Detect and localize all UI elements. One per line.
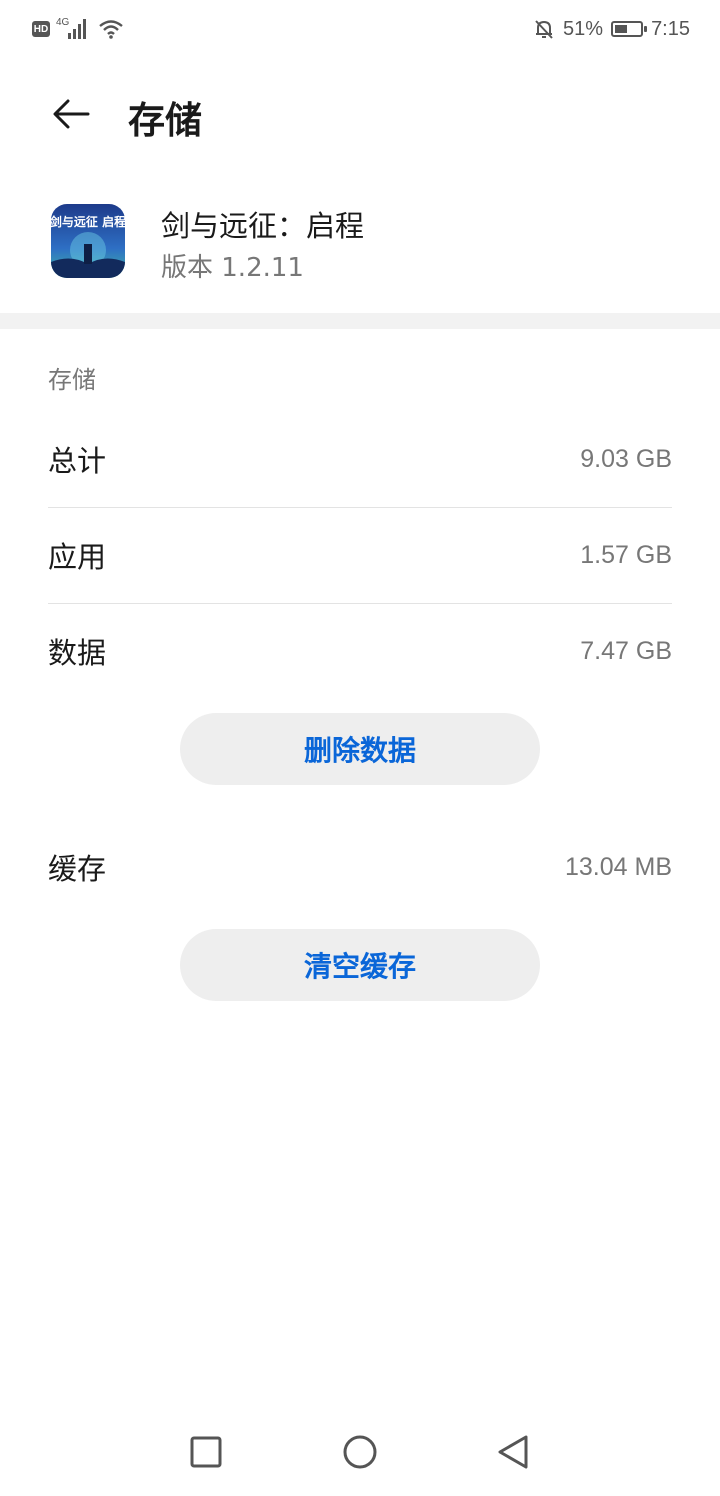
recent-apps-icon xyxy=(190,1436,222,1468)
hd-icon: HD xyxy=(32,21,50,37)
battery-percent: 51% xyxy=(563,17,604,40)
status-right: 51% 7:15 xyxy=(533,16,690,42)
status-bar: HD 4G 51% 7:15 xyxy=(0,0,720,58)
status-left: HD 4G xyxy=(32,16,124,42)
battery-icon xyxy=(611,21,648,37)
app-version: 版本 1.2.11 xyxy=(161,253,304,283)
section-label-storage: 存储 xyxy=(48,366,96,394)
wifi-icon xyxy=(99,20,123,39)
row-value: 13.04 MB xyxy=(564,852,672,881)
back-nav-icon xyxy=(498,1435,528,1469)
clear-cache-button[interactable]: 清空缓存 xyxy=(180,929,540,1001)
row-value: 1.57 GB xyxy=(580,540,672,569)
storage-row-total: 总计 9.03 GB xyxy=(48,411,672,508)
row-value: 9.03 GB xyxy=(580,444,672,473)
section-divider xyxy=(0,313,720,329)
storage-row-cache: 缓存 13.04 MB xyxy=(48,819,672,915)
app-name: 剑与远征：启程 xyxy=(161,209,365,243)
app-icon: 剑与远征 启程 xyxy=(51,204,125,278)
mute-bell-icon xyxy=(535,20,553,39)
row-label: 应用 xyxy=(48,540,107,574)
home-icon xyxy=(343,1435,377,1469)
storage-row-data: 数据 7.47 GB xyxy=(48,603,672,699)
back-arrow-icon xyxy=(53,99,90,129)
icon-logo-text: 剑与远征 启程 xyxy=(51,214,125,229)
row-label: 缓存 xyxy=(48,852,107,886)
delete-data-button[interactable]: 删除数据 xyxy=(180,713,540,785)
signal-icon: 4G xyxy=(56,17,92,41)
row-value: 7.47 GB xyxy=(580,636,672,665)
storage-row-app: 应用 1.57 GB xyxy=(48,507,672,604)
home-button[interactable] xyxy=(340,1432,380,1472)
game-logo-icon: 剑与远征 启程 xyxy=(51,204,125,278)
clock: 7:15 xyxy=(651,17,690,40)
battery-fill xyxy=(615,25,628,33)
recent-apps-button[interactable] xyxy=(186,1432,226,1472)
page-title: 存储 xyxy=(128,99,202,142)
system-nav-bar xyxy=(0,1414,720,1496)
back-button[interactable] xyxy=(50,92,94,136)
row-label: 总计 xyxy=(48,444,107,478)
back-nav-button[interactable] xyxy=(494,1432,534,1472)
row-label: 数据 xyxy=(48,636,107,670)
